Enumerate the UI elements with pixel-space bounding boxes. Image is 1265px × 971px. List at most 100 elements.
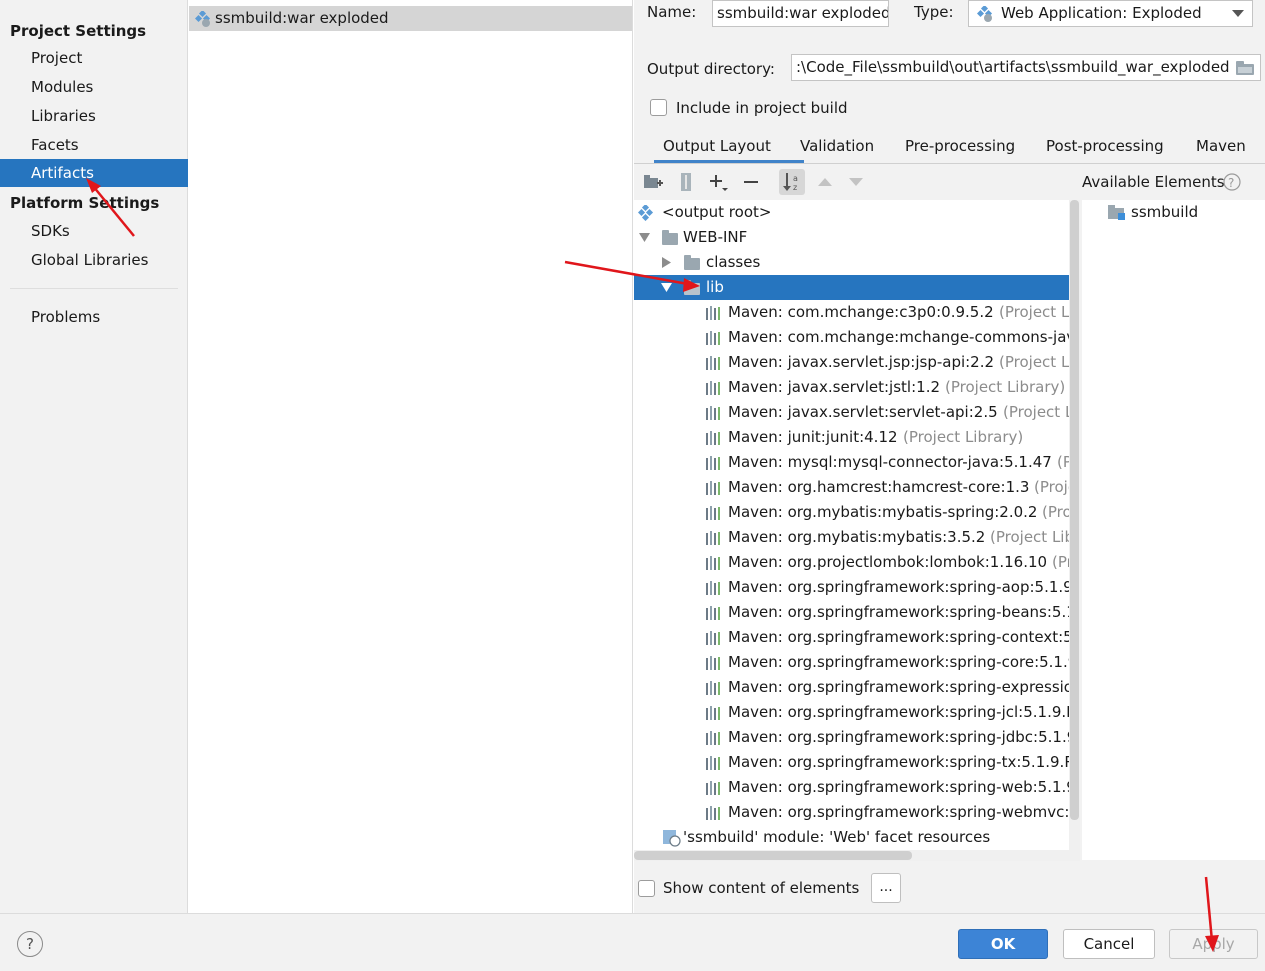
collapsed-arrow-icon[interactable] [662, 257, 671, 268]
sidebar-item-facets[interactable]: Facets [0, 131, 188, 159]
tree-item-library[interactable]: Maven: mysql:mysql-connector-java:5.1.47… [634, 450, 1080, 475]
tree-item-web-inf[interactable]: WEB-INF [634, 225, 1080, 250]
add-copy-button[interactable] [705, 169, 731, 195]
create-archive-button[interactable] [673, 169, 699, 195]
help-icon[interactable]: ? [1223, 173, 1241, 191]
help-button[interactable]: ? [17, 931, 43, 957]
tree-item-web-facet[interactable]: 'ssmbuild' module: 'Web' facet resources [634, 825, 1080, 850]
sidebar-item-global-libraries[interactable]: Global Libraries [0, 246, 188, 274]
arrow-up-icon [818, 178, 832, 186]
library-icon [706, 806, 720, 820]
library-icon [706, 306, 720, 320]
artifact-item[interactable]: ssmbuild:war exploded [189, 6, 632, 31]
library-note: (Project Library [990, 528, 1080, 546]
library-icon [706, 556, 720, 570]
folder-icon [684, 255, 700, 270]
library-note: (Project Library) [945, 378, 1066, 396]
library-icon [706, 506, 720, 520]
tree-item-library[interactable]: Maven: javax.servlet:servlet-api:2.5 (Pro… [634, 400, 1080, 425]
tree-item-library[interactable]: Maven: org.springframework:spring-jcl:5.… [634, 700, 1080, 725]
svg-text:a: a [793, 174, 798, 183]
tree-item-library[interactable]: Maven: org.springframework:spring-expres… [634, 675, 1080, 700]
expanded-arrow-icon[interactable] [639, 233, 650, 242]
scrollbar-thumb[interactable] [634, 851, 912, 860]
tab-maven[interactable]: Maven [1196, 131, 1246, 163]
tree-item-library[interactable]: Maven: org.springframework:spring-contex… [634, 625, 1080, 650]
settings-sidebar: Project Settings Project Modules Librari… [0, 0, 188, 913]
browse-folder-icon[interactable] [1236, 61, 1254, 75]
tab-validation[interactable]: Validation [800, 131, 874, 163]
sidebar-item-libraries[interactable]: Libraries [0, 102, 188, 130]
name-field[interactable]: ssmbuild:war exploded [712, 0, 889, 27]
library-name: Maven: javax.servlet:servlet-api:2.5 [728, 403, 998, 421]
output-root-icon [638, 205, 654, 221]
available-item-ssmbuild[interactable]: ssmbuild [1082, 200, 1265, 225]
ok-button[interactable]: OK [958, 929, 1048, 959]
include-in-build-checkbox[interactable] [650, 99, 667, 116]
tree-item-output-root[interactable]: <output root> [634, 200, 1080, 225]
tree-item-library[interactable]: Maven: com.mchange:mchange-commons-java:… [634, 325, 1080, 350]
sidebar-item-problems[interactable]: Problems [0, 303, 188, 331]
library-icon [706, 431, 720, 445]
sidebar-item-modules[interactable]: Modules [0, 73, 188, 101]
tree-item-library[interactable]: Maven: org.springframework:spring-beans:… [634, 600, 1080, 625]
tree-item-library[interactable]: Maven: junit:junit:4.12 (Project Library) [634, 425, 1080, 450]
project-settings-header: Project Settings [10, 22, 147, 40]
tree-item-label: classes [706, 253, 761, 271]
artifact-detail-panel: Name: ssmbuild:war exploded Type: Web Ap… [634, 0, 1265, 913]
library-name: Maven: org.springframework:spring-jdbc:5… [728, 728, 1080, 746]
output-directory-field[interactable]: :\Code_File\ssmbuild\out\artifacts\ssmbu… [791, 54, 1261, 81]
library-note: (Project Libra [999, 303, 1080, 321]
tree-item-classes[interactable]: classes [634, 250, 1080, 275]
tree-item-lib[interactable]: lib [634, 275, 1080, 300]
tree-item-library[interactable]: Maven: org.springframework:spring-core:5… [634, 650, 1080, 675]
scrollbar-thumb[interactable] [1070, 200, 1079, 820]
move-up-button[interactable] [812, 169, 838, 195]
library-note: (Project Librar [999, 353, 1080, 371]
output-directory-value: :\Code_File\ssmbuild\out\artifacts\ssmbu… [796, 58, 1230, 76]
expanded-arrow-icon[interactable] [661, 283, 672, 292]
library-icon [706, 381, 720, 395]
tab-pre-processing[interactable]: Pre-processing [905, 131, 1015, 163]
web-facet-icon [663, 830, 681, 847]
tab-output-layout[interactable]: Output Layout [654, 131, 804, 163]
tree-vertical-scrollbar[interactable] [1069, 200, 1080, 855]
available-elements-panel: ssmbuild [1082, 200, 1265, 860]
tree-item-library[interactable]: Maven: org.springframework:spring-aop:5.… [634, 575, 1080, 600]
type-dropdown[interactable]: Web Application: Exploded [968, 0, 1253, 27]
library-icon [706, 731, 720, 745]
apply-button[interactable]: Apply [1169, 929, 1258, 959]
sidebar-item-project[interactable]: Project [0, 44, 188, 72]
tree-item-library[interactable]: Maven: org.springframework:spring-web:5.… [634, 775, 1080, 800]
tree-item-library[interactable]: Maven: org.springframework:spring-webmvc… [634, 800, 1080, 825]
tree-item-library[interactable]: Maven: com.mchange:c3p0:0.9.5.2 (Project … [634, 300, 1080, 325]
tree-item-library[interactable]: Maven: javax.servlet.jsp:jsp-api:2.2 (Pro… [634, 350, 1080, 375]
type-dropdown-value: Web Application: Exploded [1001, 4, 1202, 22]
library-name: Maven: javax.servlet.jsp:jsp-api:2.2 [728, 353, 995, 371]
library-name: Maven: org.springframework:spring-core:5… [728, 653, 1080, 671]
sort-elements-button[interactable]: a z [779, 169, 805, 195]
cancel-button[interactable]: Cancel [1063, 929, 1155, 959]
tree-horizontal-scrollbar[interactable] [634, 850, 1080, 861]
tab-post-processing[interactable]: Post-processing [1046, 131, 1164, 163]
tree-item-library[interactable]: Maven: org.mybatis:mybatis-spring:2.0.2(… [634, 500, 1080, 525]
tree-item-library[interactable]: Maven: org.mybatis:mybatis:3.5.2 (Project… [634, 525, 1080, 550]
remove-button[interactable] [738, 169, 764, 195]
create-directory-button[interactable] [641, 169, 667, 195]
sidebar-item-artifacts[interactable]: Artifacts [0, 159, 188, 187]
show-content-label: Show content of elements [663, 879, 860, 897]
show-content-checkbox[interactable] [638, 880, 655, 897]
plus-dropdown-icon [710, 175, 728, 191]
tree-item-library[interactable]: Maven: org.springframework:spring-tx:5.1… [634, 750, 1080, 775]
module-folder-icon [1108, 205, 1125, 220]
sidebar-item-sdks[interactable]: SDKs [0, 217, 188, 245]
library-name: Maven: org.springframework:spring-expres… [728, 678, 1080, 696]
move-down-button[interactable] [843, 169, 869, 195]
tree-item-library[interactable]: Maven: org.hamcrest:hamcrest-core:1.3 (Pr… [634, 475, 1080, 500]
tree-item-library[interactable]: Maven: javax.servlet:jstl:1.2 (Project Li… [634, 375, 1080, 400]
tree-item-library[interactable]: Maven: org.springframework:spring-jdbc:5… [634, 725, 1080, 750]
show-content-settings-button[interactable]: ... [871, 873, 901, 903]
library-name: Maven: mysql:mysql-connector-java:5.1.47 [728, 453, 1052, 471]
tree-item-library[interactable]: Maven: org.projectlombok:lombok:1.16.10(… [634, 550, 1080, 575]
library-name: Maven: org.springframework:spring-beans:… [728, 603, 1080, 621]
